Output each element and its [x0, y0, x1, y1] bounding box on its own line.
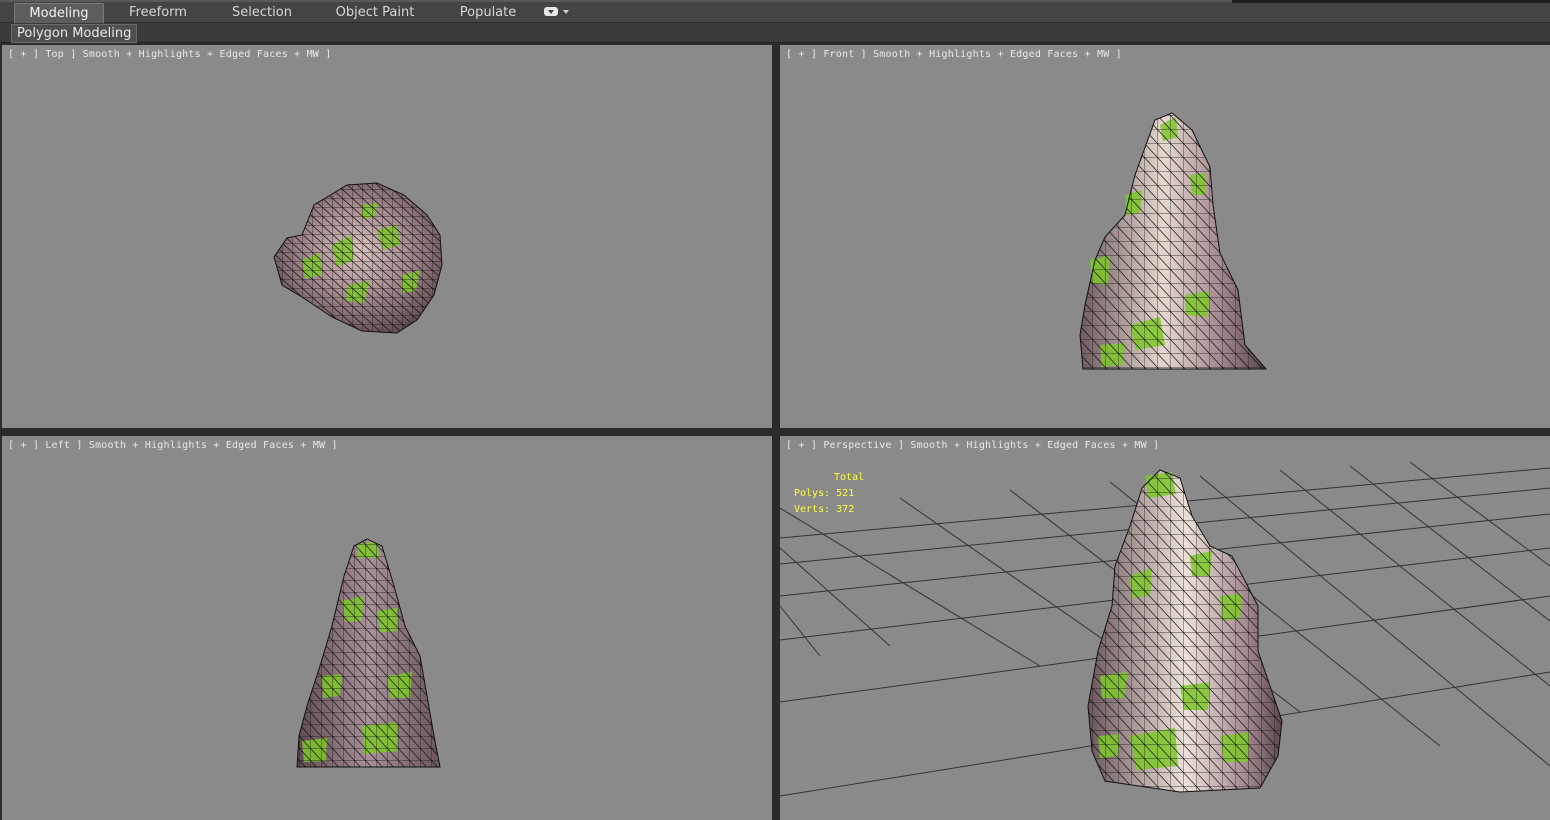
- left-view-rock: [296, 538, 441, 768]
- perspective-view-rock: [1087, 469, 1283, 793]
- tab-object-paint[interactable]: Object Paint: [330, 3, 420, 22]
- ribbon-panel-bar: Polygon Modeling: [0, 23, 1550, 43]
- ribbon-options-dropdown[interactable]: [544, 7, 570, 18]
- tab-selection[interactable]: Selection: [220, 3, 304, 22]
- panel-polygon-modeling[interactable]: Polygon Modeling: [11, 24, 138, 43]
- ribbon-edge: [1232, 0, 1550, 3]
- tab-populate[interactable]: Populate: [452, 3, 524, 22]
- viewport-left[interactable]: [ + ] Left ] Smooth + Highlights + Edged…: [2, 436, 772, 820]
- ribbon-minimize-icon: [544, 7, 558, 16]
- front-view-rock: [1079, 112, 1268, 370]
- tab-freeform[interactable]: Freeform: [118, 3, 198, 22]
- viewport-top[interactable]: [ + ] Top ] Smooth + Highlights + Edged …: [2, 45, 772, 428]
- top-view-rock: [273, 182, 443, 334]
- chevron-down-icon: [563, 10, 569, 14]
- ribbon-tab-bar: Modeling Freeform Selection Object Paint…: [0, 0, 1550, 23]
- viewport-front[interactable]: [ + ] Front ] Smooth + Highlights + Edge…: [780, 45, 1550, 428]
- viewport-perspective[interactable]: [ + ] Perspective ] Smooth + Highlights …: [780, 436, 1550, 820]
- tab-modeling[interactable]: Modeling: [14, 3, 104, 23]
